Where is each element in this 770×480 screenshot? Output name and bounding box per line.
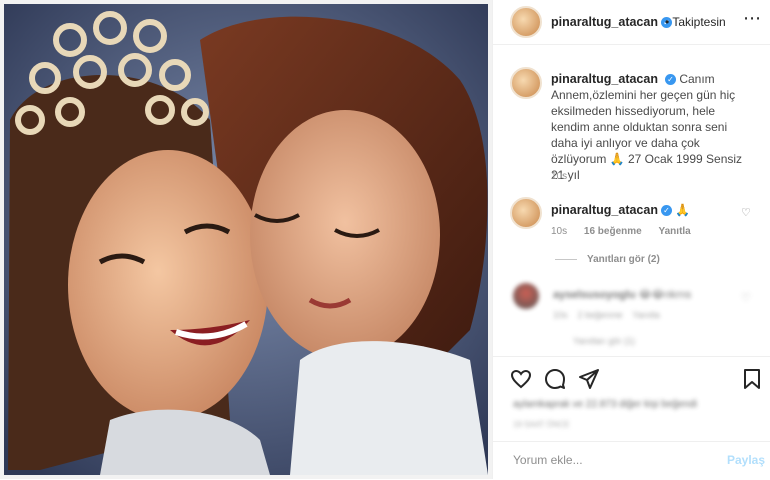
comment-avatar[interactable] [510,197,542,229]
comment-meta: 10s 2 beğenme Yanıtla [553,310,660,320]
caption-username[interactable]: pinaraltug_atacan [551,72,658,86]
comment-text-row: ayselsusoyoglu 😂😂nkrns [553,288,691,301]
bookmark-icon[interactable] [741,367,763,391]
comment-likes[interactable]: 16 beğenme [584,226,642,237]
follow-status[interactable]: • Takiptesin [665,15,726,29]
liked-by-text[interactable]: aylamkaprak ve 22.873 diğer kişi beğendi [513,399,697,410]
comment-like-heart-icon[interactable]: ♡ [741,291,751,304]
post-panel: pinaraltug_atacan ✓ • Takiptesin ⋯ pinara… [492,0,770,479]
comment-time[interactable]: 10s [551,226,567,237]
comment-icon[interactable] [543,367,567,391]
view-replies-label[interactable]: Yanıtları gör (2) [587,254,660,265]
more-horizontal-icon[interactable]: ⋯ [743,8,762,29]
post-time[interactable]: 19 SAAT ÖNCE [513,420,570,429]
view-replies-button[interactable]: Yanıtları gör (2) [555,254,660,265]
author-username-text[interactable]: pinaraltug_atacan [551,15,658,29]
caption-text: Canım Annem,özlemini her geçen gün hiç e… [551,72,743,182]
post-comment-button[interactable]: Paylaş [727,453,765,467]
caption-avatar[interactable] [510,67,542,99]
comment-meta: 10s 16 beğenme Yanıtla [551,226,705,237]
verified-badge-icon: ✓ [664,74,676,86]
heart-icon[interactable] [509,367,533,391]
comment-text: 😂😂nkrns [638,289,692,301]
comment-avatar[interactable] [513,283,539,309]
comment-text: 🙏 [675,203,691,217]
comments-section[interactable]: pinaraltug_atacan ✓ Canım Annem,özlemini … [493,45,770,355]
author-avatar[interactable] [510,6,542,38]
comment-likes[interactable]: 2 beğenme [578,310,623,320]
post-header: pinaraltug_atacan ✓ • Takiptesin ⋯ [493,0,770,45]
comment-like-heart-icon[interactable]: ♡ [741,206,751,219]
post-image [4,4,488,475]
caption-time[interactable]: 10s [551,171,567,182]
verified-badge-icon: ✓ [660,205,672,217]
caption: pinaraltug_atacan ✓ Canım Annem,özlemini … [551,71,756,183]
view-replies-button[interactable]: Yanıtları gör (1) [573,336,635,346]
comment-input[interactable] [511,452,715,468]
action-bar: aylamkaprak ve 22.873 diğer kişi beğendi… [493,356,770,437]
comment-username[interactable]: ayselsusoyoglu [553,289,636,301]
comment-reply-button[interactable]: Yanıtla [632,310,659,320]
comment-time[interactable]: 10s [553,310,568,320]
comment-reply-button[interactable]: Yanıtla [659,226,691,237]
comment-box: Paylaş [493,441,770,480]
author-username[interactable]: pinaraltug_atacan ✓ [551,15,672,29]
comment-text-row: pinaraltug_atacan ✓ 🙏 [551,203,690,217]
post-photo[interactable] [0,0,492,479]
comment-username[interactable]: pinaraltug_atacan [551,203,658,217]
replies-divider [555,258,577,260]
share-icon[interactable] [577,367,601,391]
